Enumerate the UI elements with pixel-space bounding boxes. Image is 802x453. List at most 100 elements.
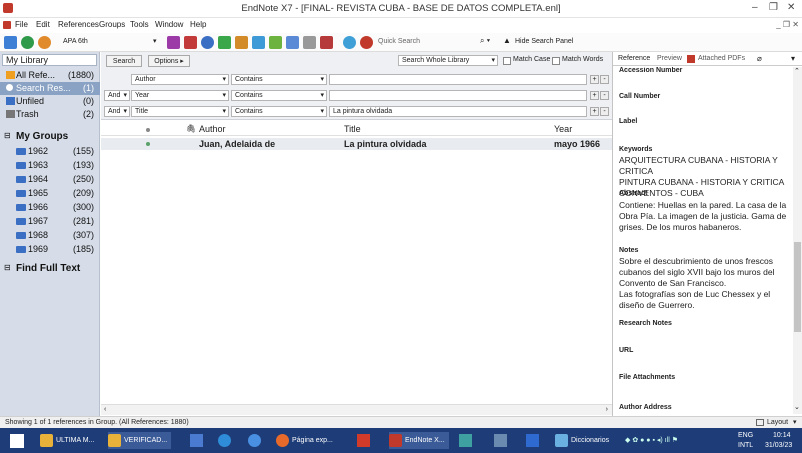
menu-window[interactable]: Window [155,20,183,29]
insert-citation-icon[interactable] [167,36,180,49]
horizontal-scrollbar[interactable]: ‹ › [101,404,612,415]
app-icon-2[interactable] [494,434,507,447]
bool-select-3[interactable]: And ▾ [104,106,130,117]
remove-row-button[interactable]: - [600,91,609,100]
field-select-1[interactable]: Author ▾ [131,74,229,85]
edge-browser-icon[interactable] [218,434,231,447]
app-menu-icon[interactable] [3,21,11,29]
format-bibliography-icon[interactable] [184,36,197,49]
notes-value[interactable]: Sobre el descubrimiento de unos frescos … [619,256,789,311]
group-search-results[interactable]: Search Res... (1) [0,82,100,95]
group-1965[interactable]: 1965 (209) [0,187,100,200]
add-row-button[interactable]: + [590,91,599,100]
group-1968[interactable]: 1968 (307) [0,229,100,242]
layout-dropdown-icon[interactable]: ▾ [793,418,797,426]
media-player-icon[interactable] [190,434,203,447]
app-icon-1[interactable] [459,434,472,447]
search-icon[interactable]: ⌕ ▾ [480,36,490,46]
tab-preview[interactable]: Preview [657,55,682,62]
taskbar-endnote[interactable]: EndNote X... [389,432,449,449]
menu-file[interactable]: File [15,20,28,29]
mdi-window-controls[interactable]: _ ❐ ✕ [776,20,799,29]
year-column-header[interactable]: Year [554,124,572,134]
taskbar-diccionarios[interactable]: Diccionarios [555,432,609,449]
group-unfiled[interactable]: Unfiled (0) [0,95,100,108]
menu-tools[interactable]: Tools [130,20,149,29]
operator-select-1[interactable]: Contains ▾ [231,74,327,85]
match-case-checkbox[interactable] [503,57,511,65]
operator-select-3[interactable]: Contains ▾ [231,106,327,117]
scroll-down-icon[interactable]: ⌄ [794,403,800,411]
hide-search-panel-button[interactable]: Hide Search Panel [515,38,573,45]
options-button[interactable]: Options ▸ [148,55,190,67]
maximize-button[interactable]: ❐ [769,2,778,13]
group-1967[interactable]: 1967 (281) [0,215,100,228]
group-trash[interactable]: Trash (2) [0,108,100,121]
taskbar-folder-verificad[interactable]: VERIFICAD... [108,432,172,449]
remove-row-button[interactable]: - [600,107,609,116]
author-column-header[interactable]: Author [199,124,226,134]
new-reference-icon[interactable] [218,36,231,49]
insert-picture-icon[interactable] [286,36,299,49]
layout-icon[interactable] [756,419,764,426]
acrobat-icon[interactable] [357,434,370,447]
scroll-right-icon[interactable]: › [606,406,608,413]
scroll-up-icon[interactable]: ⌃ [794,67,800,75]
group-1963[interactable]: 1963 (193) [0,159,100,172]
tab-reference[interactable]: Reference [618,55,650,62]
style-label[interactable]: APA 6th [63,38,88,45]
add-row-button[interactable]: + [590,107,599,116]
group-all-references[interactable]: All Refe... (1880) [0,69,100,82]
quick-search-input[interactable]: Quick Search [378,38,478,45]
scroll-left-icon[interactable]: ‹ [104,406,106,413]
collapse-icon[interactable]: ⊟ [4,263,11,272]
group-1966[interactable]: 1966 (300) [0,201,100,214]
chrome-icon[interactable] [248,434,261,447]
find-full-text-header[interactable]: ⊟ Find Full Text [0,262,100,275]
add-row-button[interactable]: + [590,75,599,84]
read-status-column-icon[interactable] [146,128,150,132]
group-1964[interactable]: 1964 (250) [0,173,100,186]
minimize-button[interactable]: – [752,2,758,13]
integrated-library-mode-icon[interactable] [38,36,51,49]
search-library-icon[interactable] [320,36,333,49]
close-button[interactable]: ✕ [787,2,795,13]
attachment-icon[interactable]: ⌀ [757,54,762,63]
online-search-mode-icon[interactable] [21,36,34,49]
scroll-thumb[interactable] [794,242,801,332]
title-column-header[interactable]: Title [344,124,361,134]
match-words-checkbox[interactable] [552,57,560,65]
style-dropdown[interactable]: ▾ [153,37,157,45]
search-term-input-3[interactable]: La pintura olvidada [329,106,587,117]
right-vertical-scrollbar[interactable]: ⌃ ⌄ [793,67,802,414]
sync-icon[interactable] [343,36,356,49]
abstract-value[interactable]: Contiene: Huellas en la pared. La casa d… [619,200,789,233]
search-button[interactable]: Search [106,55,142,67]
app-icon-3[interactable] [526,434,539,447]
clock-time[interactable]: 10:14 [773,432,791,439]
find-full-text-icon[interactable] [235,36,248,49]
tray-icons[interactable]: ◆ ✿ ● ● ▪ ◂) ıll ⚑ [625,436,725,445]
menu-help[interactable]: Help [190,20,206,29]
online-search-icon[interactable] [201,36,214,49]
help-icon[interactable] [360,36,373,49]
search-term-input-2[interactable] [329,90,587,101]
open-file-icon[interactable] [269,36,282,49]
hide-search-arrow-icon[interactable]: ▲ [503,36,511,45]
menu-edit[interactable]: Edit [36,20,50,29]
my-groups-header[interactable]: ⊟ My Groups [0,130,100,143]
taskbar-folder-ultima[interactable]: ULTIMA M... [40,432,94,449]
clock-date[interactable]: 31/03/23 [765,442,792,449]
tab-attached-pdfs[interactable]: Attached PDFs [698,55,745,62]
windows-start-icon[interactable] [10,434,24,448]
language-indicator[interactable]: ENG [738,432,753,439]
taskbar-firefox-pagina[interactable]: Página exp... [276,432,333,449]
operator-select-2[interactable]: Contains ▾ [231,90,327,101]
collapse-icon[interactable]: ⊟ [4,131,11,140]
group-1962[interactable]: 1962 (155) [0,145,100,158]
table-row[interactable]: Juan, Adelaida de La pintura olvidada ma… [101,138,612,150]
field-select-3[interactable]: Title ▾ [131,106,229,117]
search-term-input-1[interactable] [329,74,587,85]
layout-button[interactable]: Layout [767,419,788,426]
field-select-2[interactable]: Year ▾ [131,90,229,101]
